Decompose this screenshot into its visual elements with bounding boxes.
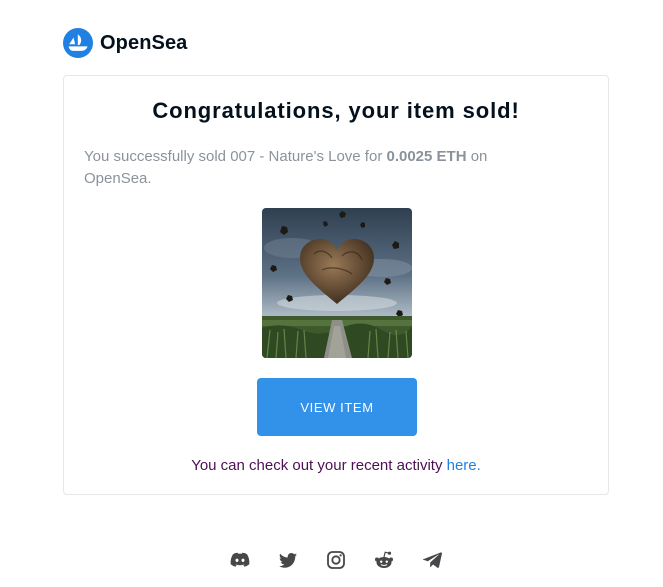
sale-notification-card: Congratulations, your item sold! You suc… [63,75,609,495]
sale-price: 0.0025 ETH [386,148,467,165]
reddit-icon [375,551,393,568]
opensea-logo[interactable]: OpenSea [63,28,187,58]
recent-activity-link[interactable]: here. [447,457,481,474]
sale-message-prefix: You successfully sold [84,148,231,165]
telegram-icon [422,552,442,568]
social-links [228,548,444,572]
sale-message: You successfully sold 007 - Nature's Lov… [84,146,524,190]
nft-item-image[interactable] [262,208,412,358]
opensea-logo-text: OpenSea [100,31,188,54]
sale-message-middle: for [360,148,387,165]
telegram-link[interactable] [420,548,444,572]
recent-activity-text: You can check out your recent activity h… [64,457,608,474]
discord-icon [230,552,250,567]
twitter-link[interactable] [276,548,300,572]
sold-item-name: 007 - Nature's Love [230,148,361,165]
instagram-link[interactable] [324,548,348,572]
recent-activity-label: You can check out your recent activity [191,457,447,474]
discord-link[interactable] [228,548,252,572]
reddit-link[interactable] [372,548,396,572]
email-title: Congratulations, your item sold! [152,98,520,123]
opensea-logo-icon [63,28,93,58]
instagram-icon [327,551,345,569]
twitter-icon [279,552,297,568]
view-item-button[interactable]: VIEW ITEM [257,378,417,436]
